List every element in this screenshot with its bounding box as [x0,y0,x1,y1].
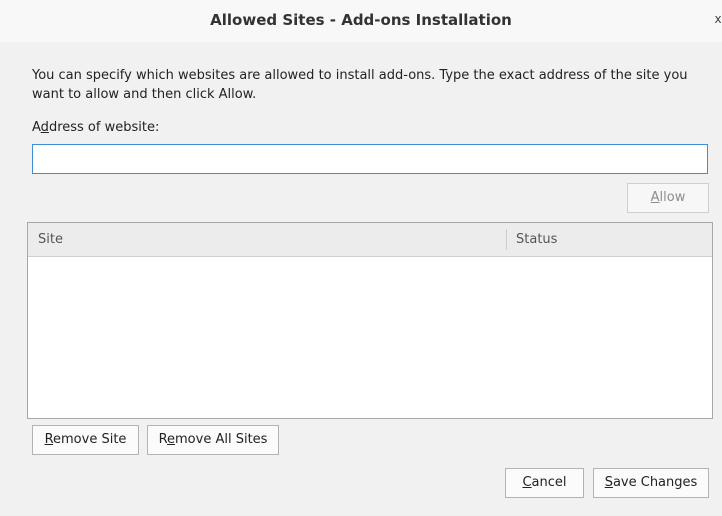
cancel-label: ancel [531,475,567,490]
column-header-status[interactable]: Status [516,223,557,256]
cancel-button[interactable]: Cancel [505,468,584,498]
address-label: Address of website: [32,120,159,135]
save-changes-button[interactable]: Save Changes [593,468,709,498]
save-mnemonic: S [604,475,613,490]
column-separator[interactable] [506,229,507,250]
table-body[interactable] [28,257,712,418]
allow-button[interactable]: Allow [627,183,709,213]
address-label-mnemonic: d [40,120,49,135]
address-input[interactable] [32,144,708,174]
remove-all-label: move All Sites [175,432,268,447]
allow-mnemonic: A [650,190,660,205]
column-header-site[interactable]: Site [38,223,63,256]
remove-all-sites-button[interactable]: Remove All Sites [147,425,279,455]
sites-table: Site Status [27,222,713,419]
close-icon[interactable]: x [712,12,722,26]
cancel-mnemonic: C [522,475,532,490]
allowed-sites-dialog: Allowed Sites - Add-ons Installation x Y… [0,0,722,516]
remove-all-prefix: R [158,432,168,447]
address-label-prefix: A [32,120,41,135]
remove-site-label: emove Site [53,432,127,447]
address-label-suffix: dress of website: [48,120,160,135]
save-label: ave Changes [612,475,698,490]
description-text: You can specify which websites are allow… [32,68,688,102]
remove-site-mnemonic: R [44,432,54,447]
allow-label: llow [659,190,686,205]
dialog-title: Allowed Sites - Add-ons Installation [210,11,512,29]
remove-site-button[interactable]: Remove Site [32,425,139,455]
table-header: Site Status [28,223,712,257]
title-bar: Allowed Sites - Add-ons Installation x [0,0,722,42]
remove-all-mnemonic: e [167,432,176,447]
